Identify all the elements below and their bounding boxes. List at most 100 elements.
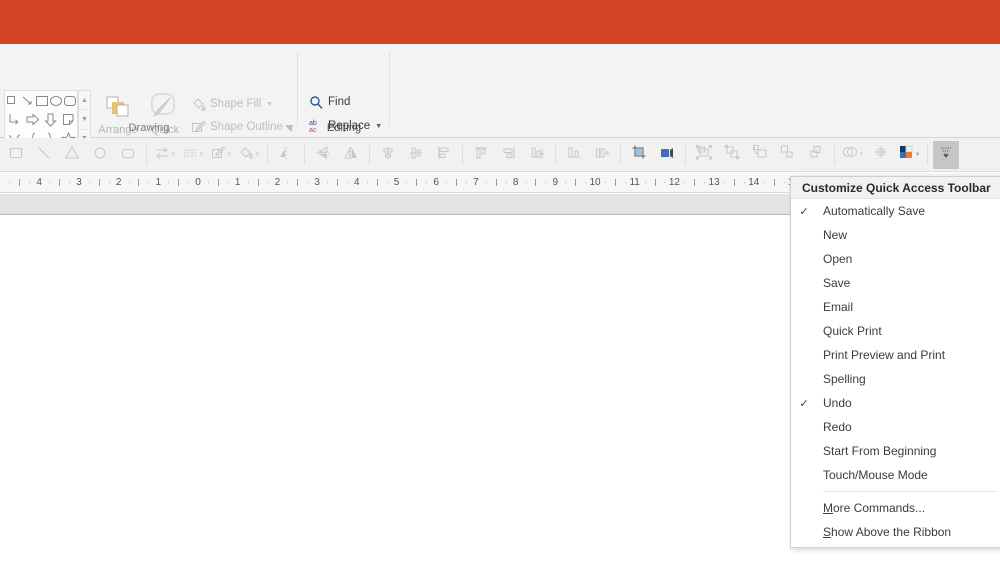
- shape-fill-caret-icon[interactable]: ▼: [266, 101, 273, 108]
- shape-rectangle-tool[interactable]: [3, 141, 29, 169]
- ruler-label: 13: [709, 176, 720, 190]
- ruler-dot: [406, 182, 407, 183]
- menu-item-label: Show Above the Ribbon: [817, 525, 951, 539]
- scroll-up-icon[interactable]: ▲: [79, 91, 90, 110]
- crop-tool[interactable]: [626, 141, 652, 169]
- shape-outline-style-tool-caret-icon[interactable]: ▼: [199, 152, 205, 158]
- oval-shape-icon[interactable]: [49, 92, 63, 110]
- regroup-objects-tool[interactable]: [747, 141, 773, 169]
- customize-quick-access-toolbar-menu: Customize Quick Access Toolbar ✓Automati…: [790, 176, 1000, 548]
- square-shape-icon[interactable]: [34, 92, 48, 110]
- ruler-label: 6: [433, 176, 439, 190]
- ruler-label: 7: [473, 176, 479, 190]
- ungroup-objects-tool[interactable]: [719, 141, 745, 169]
- group-objects-tool[interactable]: [691, 141, 717, 169]
- flip-horizontal-tool[interactable]: [273, 141, 299, 169]
- menu-item[interactable]: Open: [791, 247, 1000, 271]
- rotate-left-tool[interactable]: [338, 141, 364, 169]
- combine-shapes-tool[interactable]: [868, 141, 894, 169]
- menu-item[interactable]: More Commands...: [791, 496, 1000, 520]
- shape-rounded-rect-tool[interactable]: [115, 141, 141, 169]
- menu-item[interactable]: Show Above the Ribbon: [791, 520, 1000, 544]
- ruler-label: 1: [156, 176, 162, 190]
- toolbar-separator: [462, 145, 463, 165]
- search-icon: [306, 93, 326, 111]
- triangle-icon: [64, 144, 80, 165]
- rectangle-shape-icon[interactable]: [6, 92, 20, 110]
- shape-fill-tool[interactable]: ▼: [236, 141, 262, 169]
- menu-header: Customize Quick Access Toolbar: [791, 177, 1000, 199]
- ribbon-group-editing: Find ab ac Replace ▼ Select ▼ E: [298, 44, 390, 138]
- ruler-dot: [625, 182, 626, 183]
- menu-item[interactable]: ✓Automatically Save: [791, 199, 1000, 223]
- menu-item[interactable]: New: [791, 223, 1000, 247]
- ruler-label: 9: [553, 176, 559, 190]
- align-left-tool[interactable]: [375, 141, 401, 169]
- bring-forward-tool[interactable]: [775, 141, 801, 169]
- crop-icon: [631, 144, 647, 165]
- menu-item[interactable]: Spelling: [791, 367, 1000, 391]
- ruler-dot: [704, 182, 705, 183]
- menu-item[interactable]: ✓Undo: [791, 391, 1000, 415]
- distribute-horizontal-tool[interactable]: [561, 141, 587, 169]
- merge-shapes-tool-caret-icon[interactable]: ▼: [859, 152, 865, 158]
- toolbar-separator: [927, 145, 928, 165]
- menu-item[interactable]: Start From Beginning: [791, 439, 1000, 463]
- change-shape-tool-caret-icon[interactable]: ▼: [171, 152, 177, 158]
- ruler-dot: [526, 182, 527, 183]
- ruler-label: 4: [36, 176, 42, 190]
- regroup-icon: [752, 144, 768, 165]
- ungroup-icon: [724, 144, 740, 165]
- color-palette-icon: [898, 144, 914, 165]
- menu-item-label: Automatically Save: [817, 204, 925, 218]
- insert-video-tool[interactable]: [654, 141, 680, 169]
- shape-fill-button[interactable]: Shape Fill ▼: [188, 94, 273, 114]
- menu-item[interactable]: Print Preview and Print: [791, 343, 1000, 367]
- shape-line-tool[interactable]: [31, 141, 57, 169]
- menu-item[interactable]: Quick Print: [791, 319, 1000, 343]
- shape-oval-tool[interactable]: [87, 141, 113, 169]
- align-top-tool[interactable]: [468, 141, 494, 169]
- menu-item-label: Quick Print: [817, 324, 882, 338]
- customize-quick-access-toolbar-button[interactable]: [933, 141, 959, 169]
- change-shape-tool[interactable]: ▼: [152, 141, 178, 169]
- arrange-button[interactable]: Arrange ▼: [93, 90, 143, 144]
- menu-item[interactable]: Touch/Mouse Mode: [791, 463, 1000, 487]
- oval-icon: [92, 144, 108, 165]
- align-bottom-icon: [529, 144, 545, 165]
- align-right-tool[interactable]: [431, 141, 457, 169]
- ruler-tick: [456, 179, 457, 186]
- dashes-icon: [182, 144, 198, 165]
- shape-triangle-tool[interactable]: [59, 141, 85, 169]
- ruler-tick: [694, 179, 695, 186]
- flip-vertical-tool[interactable]: [310, 141, 336, 169]
- edit-shape-tool[interactable]: ▼: [208, 141, 234, 169]
- shape-outline-style-tool[interactable]: ▼: [180, 141, 206, 169]
- send-backward-tool[interactable]: [803, 141, 829, 169]
- ruler-label: 3: [314, 176, 320, 190]
- align-bottom-tool[interactable]: [524, 141, 550, 169]
- ruler-dot: [764, 182, 765, 183]
- theme-colors-tool[interactable]: ▼: [896, 141, 922, 169]
- ruler-tick: [19, 179, 20, 186]
- group-separator: [389, 52, 390, 126]
- align-center-icon: [408, 144, 424, 165]
- shape-fill-tool-caret-icon[interactable]: ▼: [255, 152, 261, 158]
- menu-item[interactable]: Save: [791, 271, 1000, 295]
- editing-group-label: Editing: [298, 122, 390, 134]
- merge-shapes-tool[interactable]: ▼: [840, 141, 866, 169]
- rounded-rectangle-shape-icon[interactable]: [63, 92, 77, 110]
- find-button[interactable]: Find: [306, 92, 350, 112]
- menu-item[interactable]: Email: [791, 295, 1000, 319]
- align-middle-tool[interactable]: [496, 141, 522, 169]
- align-center-tool[interactable]: [403, 141, 429, 169]
- arrange-icon: [103, 90, 133, 122]
- edit-shape-tool-caret-icon[interactable]: ▼: [227, 152, 233, 158]
- distribute-vertical-tool[interactable]: [589, 141, 615, 169]
- line-arrow-shape-icon[interactable]: [20, 92, 34, 110]
- menu-item-label: Email: [817, 300, 853, 314]
- theme-colors-tool-caret-icon[interactable]: ▼: [915, 152, 921, 158]
- menu-item-label: Touch/Mouse Mode: [817, 468, 928, 482]
- paint-bucket-icon: [188, 95, 208, 113]
- menu-item[interactable]: Redo: [791, 415, 1000, 439]
